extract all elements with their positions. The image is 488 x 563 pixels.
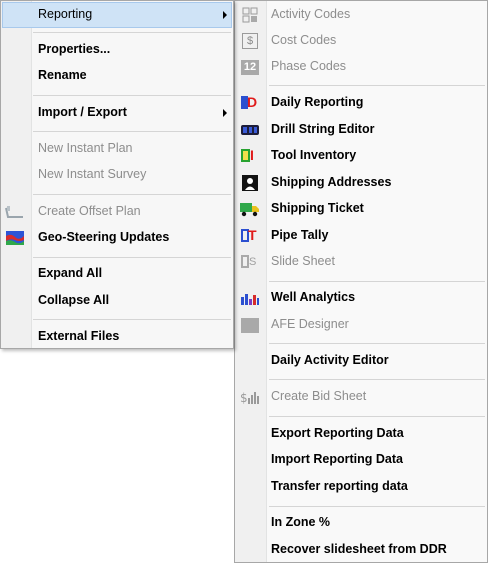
menu-separator <box>269 85 485 86</box>
slide-sheet-icon: S <box>240 253 260 271</box>
menu-item-label: Daily Reporting <box>271 95 364 109</box>
menu-item-properties[interactable]: Properties... <box>1 37 233 63</box>
geo-steering-icon <box>5 229 25 247</box>
menu-item-collapse-all[interactable]: Collapse All <box>1 288 233 314</box>
menu-item-label: New Instant Plan <box>38 141 133 155</box>
menu-item-new-instant-survey[interactable]: New Instant Survey <box>1 162 233 188</box>
menu-item-label: Recover slidesheet from DDR <box>271 542 447 556</box>
menu-item-shipping-ticket[interactable]: Shipping Ticket <box>235 196 487 222</box>
submenu-arrow-icon <box>223 109 227 117</box>
menu-separator <box>269 379 485 380</box>
menu-item-shipping-addresses[interactable]: Shipping Addresses <box>235 170 487 196</box>
menu-item-external-files[interactable]: External Files <box>1 324 233 350</box>
menu-item-recover-slidesheet[interactable]: Recover slidesheet from DDR <box>235 537 487 563</box>
submenu-arrow-icon <box>223 11 227 19</box>
menu-item-afe-designer[interactable]: AFE Designer <box>235 312 487 338</box>
menu-item-expand-all[interactable]: Expand All <box>1 261 233 287</box>
cost-codes-icon: $ <box>240 32 260 50</box>
menu-item-cost-codes[interactable]: $ Cost Codes <box>235 28 487 54</box>
well-analytics-icon <box>240 289 260 307</box>
menu-item-import-export[interactable]: Import / Export <box>1 100 233 126</box>
menu-item-daily-reporting[interactable]: D Daily Reporting <box>235 90 487 116</box>
bid-sheet-icon: $ <box>240 388 260 406</box>
menu-item-well-analytics[interactable]: Well Analytics <box>235 285 487 311</box>
pipe-tally-icon: T <box>240 227 260 245</box>
offset-plan-icon <box>5 203 25 221</box>
menu-item-label: New Instant Survey <box>38 167 147 181</box>
menu-separator <box>33 32 231 33</box>
menu-item-phase-codes[interactable]: 12 Phase Codes <box>235 54 487 80</box>
menu-separator <box>269 506 485 507</box>
menu-item-transfer-reporting-data[interactable]: Transfer reporting data <box>235 474 487 500</box>
menu-item-import-reporting-data[interactable]: Import Reporting Data <box>235 447 487 473</box>
menu-item-label: AFE Designer <box>271 317 349 331</box>
menu-item-pipe-tally[interactable]: T Pipe Tally <box>235 223 487 249</box>
menu-item-label: Cost Codes <box>271 33 337 47</box>
activity-codes-icon <box>240 6 260 24</box>
menu-item-geo-steering-updates[interactable]: Geo-Steering Updates <box>1 225 233 251</box>
afe-designer-icon <box>240 316 260 334</box>
menu-item-label: Rename <box>38 68 87 82</box>
shipping-addresses-icon <box>240 174 260 192</box>
menu-item-label: Phase Codes <box>271 59 347 73</box>
menu-item-label: Activity Codes <box>271 7 351 21</box>
menu-item-label: Shipping Ticket <box>271 201 364 215</box>
menu-item-create-offset-plan[interactable]: Create Offset Plan <box>1 199 233 225</box>
menu-item-label: In Zone % <box>271 515 331 529</box>
menu-item-create-bid-sheet[interactable]: $ Create Bid Sheet <box>235 384 487 410</box>
menu-item-daily-activity-editor[interactable]: Daily Activity Editor <box>235 348 487 374</box>
menu-item-reporting[interactable]: Reporting <box>1 2 233 28</box>
menu-item-label: Well Analytics <box>271 290 356 304</box>
menu-item-label: Geo-Steering Updates <box>38 230 170 244</box>
menu-separator <box>33 257 231 258</box>
menu-item-tool-inventory[interactable]: I Tool Inventory <box>235 143 487 169</box>
menu-item-label: Export Reporting Data <box>271 426 404 440</box>
menu-separator <box>33 131 231 132</box>
shipping-ticket-icon <box>240 200 260 218</box>
menu-item-label: Import / Export <box>38 105 127 119</box>
menu-item-label: Collapse All <box>38 293 110 307</box>
svg-text:$: $ <box>240 391 248 405</box>
context-menu: Reporting Properties... Rename Import / … <box>0 0 234 349</box>
menu-separator <box>33 95 231 96</box>
menu-item-label: Daily Activity Editor <box>271 353 389 367</box>
menu-separator <box>269 416 485 417</box>
menu-separator <box>33 194 231 195</box>
menu-item-label: Import Reporting Data <box>271 452 403 466</box>
menu-separator <box>269 343 485 344</box>
reporting-submenu: Activity Codes $ Cost Codes 12 Phase Cod… <box>234 0 488 563</box>
menu-item-label: Shipping Addresses <box>271 175 392 189</box>
menu-item-in-zone-percent[interactable]: In Zone % <box>235 510 487 536</box>
menu-item-rename[interactable]: Rename <box>1 63 233 89</box>
menu-item-activity-codes[interactable]: Activity Codes <box>235 2 487 28</box>
menu-item-new-instant-plan[interactable]: New Instant Plan <box>1 136 233 162</box>
menu-item-slide-sheet[interactable]: S Slide Sheet <box>235 249 487 275</box>
phase-codes-icon: 12 <box>240 58 260 76</box>
menu-item-label: Properties... <box>38 42 111 56</box>
menu-item-label: Reporting <box>38 7 93 21</box>
menu-separator <box>33 319 231 320</box>
drill-string-icon <box>240 121 260 139</box>
menu-separator <box>269 281 485 282</box>
menu-item-label: Pipe Tally <box>271 228 329 242</box>
tool-inventory-icon: I <box>240 147 260 165</box>
menu-item-label: Create Offset Plan <box>38 204 141 218</box>
daily-reporting-icon: D <box>240 94 260 112</box>
menu-item-label: Tool Inventory <box>271 148 357 162</box>
menu-item-label: Slide Sheet <box>271 254 335 268</box>
menu-item-highlight <box>2 2 232 28</box>
menu-item-label: Drill String Editor <box>271 122 375 136</box>
menu-item-label: Transfer reporting data <box>271 479 408 493</box>
menu-item-drill-string-editor[interactable]: Drill String Editor <box>235 117 487 143</box>
menu-item-export-reporting-data[interactable]: Export Reporting Data <box>235 421 487 447</box>
menu-item-label: External Files <box>38 329 120 343</box>
menu-item-label: Expand All <box>38 266 103 280</box>
menu-item-label: Create Bid Sheet <box>271 389 367 403</box>
